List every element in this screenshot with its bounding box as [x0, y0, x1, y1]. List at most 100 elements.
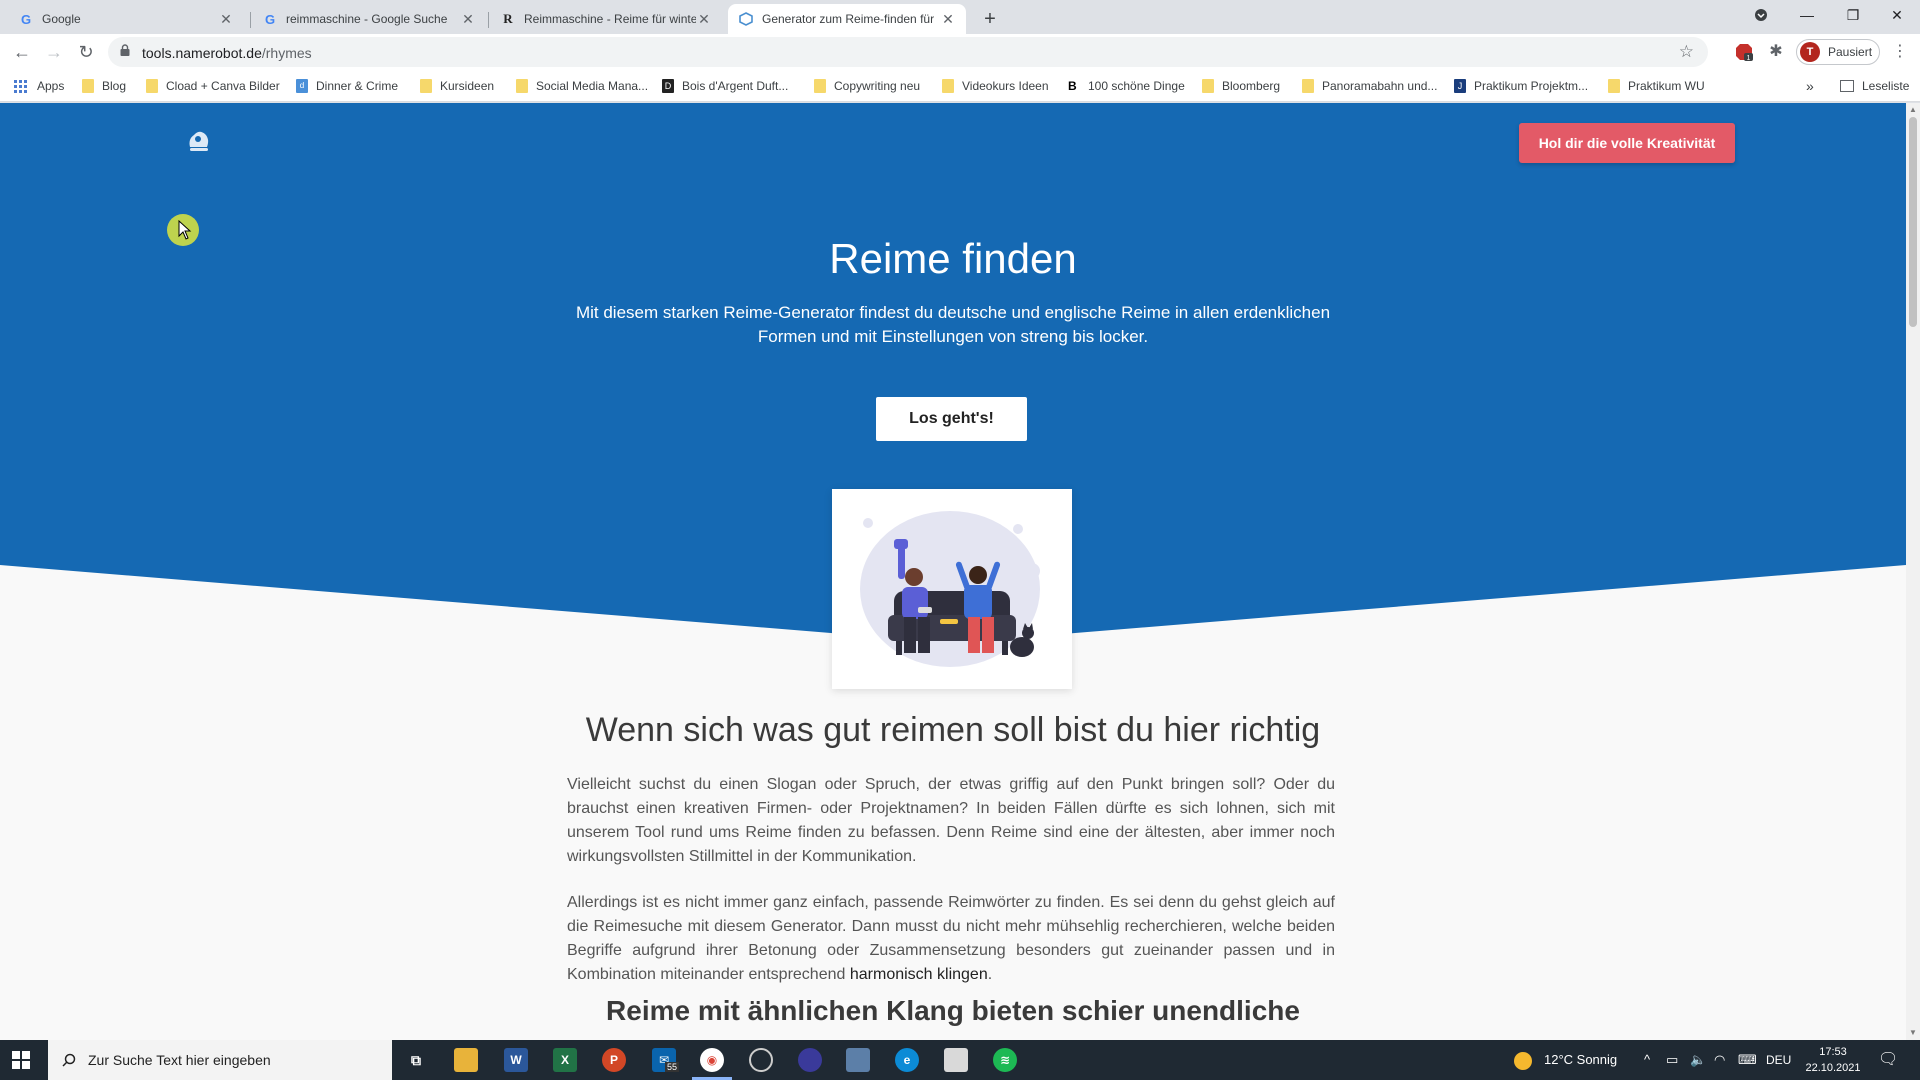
bookmark-praktikum-wu[interactable]: Praktikum WU [1608, 77, 1705, 95]
bookmark-label: Bloomberg [1222, 79, 1281, 93]
get-full-creativity-button[interactable]: Hol dir die volle Kreativität [1519, 123, 1735, 163]
harmonisch-klingen-link[interactable]: harmonisch klingen [850, 966, 988, 983]
subsection-title: Reime mit ähnlichen Klang bieten schier … [606, 995, 1300, 1026]
bookmarks-bar: Apps Blog Cload + Canva Bilder d Dinner &… [0, 70, 1920, 102]
folder-icon [942, 79, 954, 93]
taskbar-search-input[interactable]: Zur Suche Text hier eingeben [48, 1040, 392, 1080]
bookmark-social-media[interactable]: Social Media Mana... [516, 77, 648, 95]
bookmark-label: Cload + Canva Bilder [166, 79, 280, 93]
powerpoint-icon[interactable]: P [602, 1048, 626, 1072]
tab-title: reimmaschine - Google Suche [286, 12, 448, 26]
clock-date: 22.10.2021 [1805, 1062, 1861, 1074]
folder-icon [146, 79, 158, 93]
bookmark-praktikum-projekt[interactable]: J Praktikum Projektm... [1454, 77, 1588, 95]
folder-icon [1202, 79, 1214, 93]
tab-google-search[interactable]: G reimmaschine - Google Suche ✕ [252, 4, 486, 34]
page-scrollbar[interactable]: ▲ ▼ [1906, 103, 1920, 1040]
tray-chevron-icon[interactable]: ^ [1644, 1040, 1650, 1080]
folder-icon [1302, 79, 1314, 93]
word-icon[interactable]: W [504, 1048, 528, 1072]
scroll-down-icon[interactable]: ▼ [1906, 1026, 1920, 1040]
scroll-up-icon[interactable]: ▲ [1906, 103, 1920, 117]
minimize-icon[interactable]: — [1784, 0, 1830, 30]
bookmark-100-dinge[interactable]: B 100 schöne Dinge [1068, 77, 1185, 95]
restore-icon[interactable]: ❐ [1830, 0, 1876, 30]
bookmark-apps[interactable]: Apps [14, 77, 64, 95]
tab-reimmaschine[interactable]: R Reimmaschine - Reime für winter ✕ [490, 4, 722, 34]
folder-icon [516, 79, 528, 93]
file-explorer-icon[interactable] [454, 1048, 478, 1072]
reading-list-icon [1840, 80, 1854, 92]
notification-icon[interactable]: 🗨 [1878, 1040, 1898, 1080]
tab-reime-generator[interactable]: Generator zum Reime-finden für ✕ [728, 4, 966, 34]
bookmarks-overflow-icon[interactable]: » [1806, 77, 1814, 95]
folder-icon [814, 79, 826, 93]
new-tab-button[interactable]: + [976, 5, 1004, 33]
lets-go-button[interactable]: Los geht's! [876, 397, 1027, 441]
bookmark-bois-dargent[interactable]: D Bois d'Argent Duft... [662, 77, 788, 95]
language-indicator[interactable]: DEU [1766, 1040, 1791, 1080]
scrollbar-thumb[interactable] [1909, 117, 1917, 327]
extensions-puzzle-icon[interactable]: ✱ [1766, 42, 1786, 62]
site-icon: d [296, 79, 308, 93]
reading-list[interactable]: Leseliste [1840, 77, 1909, 95]
bookmark-copywriting[interactable]: Copywriting neu [814, 77, 920, 95]
close-tab-icon[interactable]: ✕ [940, 11, 956, 28]
clock[interactable]: 17:53 22.10.2021 [1800, 1044, 1866, 1076]
tab-title: Generator zum Reime-finden für [762, 12, 935, 26]
notepad-icon[interactable] [944, 1048, 968, 1072]
namerobot-favicon-icon [738, 11, 754, 27]
forward-icon[interactable]: → [40, 38, 68, 66]
bookmark-kursideen[interactable]: Kursideen [420, 77, 494, 95]
bookmark-label: Praktikum WU [1628, 79, 1705, 93]
close-tab-icon[interactable]: ✕ [218, 11, 234, 28]
obs-icon[interactable] [749, 1048, 773, 1072]
bookmark-cload-canva[interactable]: Cload + Canva Bilder [146, 77, 280, 95]
bookmark-videokurs[interactable]: Videokurs Ideen [942, 77, 1049, 95]
chrome-icon[interactable]: ◉ [700, 1048, 724, 1072]
tab-separator [250, 12, 251, 28]
excel-icon[interactable]: X [553, 1048, 577, 1072]
bookmark-label: Blog [102, 79, 127, 93]
tray-device-icon[interactable]: ▭ [1666, 1040, 1678, 1080]
windows-start-icon[interactable] [12, 1051, 30, 1069]
namerobot-logo-icon[interactable] [184, 127, 214, 157]
app-icon[interactable] [798, 1048, 822, 1072]
bookmark-blog[interactable]: Blog [82, 77, 126, 95]
snipping-tool-icon[interactable] [846, 1048, 870, 1072]
network-icon[interactable]: ◠ [1714, 1040, 1725, 1080]
bookmark-panoramabahn[interactable]: Panoramabahn und... [1302, 77, 1437, 95]
search-placeholder: Zur Suche Text hier eingeben [88, 1052, 271, 1068]
chrome-menu-icon[interactable]: ⋮ [1890, 38, 1910, 66]
reading-list-label: Leseliste [1862, 79, 1910, 93]
site-icon: D [662, 79, 674, 93]
tab-separator [488, 12, 489, 28]
edge-icon[interactable]: e [895, 1048, 919, 1072]
lock-icon [120, 44, 130, 56]
back-icon[interactable]: ← [8, 38, 36, 66]
weather-sun-icon[interactable] [1514, 1040, 1534, 1080]
bookmark-label: Kursideen [440, 79, 495, 93]
tab-search-icon[interactable] [1738, 0, 1784, 30]
windows-taskbar: Zur Suche Text hier eingeben ⧉ W X P ✉ 5… [0, 1040, 1920, 1080]
paragraph-end: . [987, 966, 993, 983]
spotify-icon[interactable]: ≋ [993, 1048, 1017, 1072]
close-tab-icon[interactable]: ✕ [696, 11, 712, 28]
keyboard-icon[interactable]: ⌨ [1738, 1040, 1757, 1080]
bookmark-star-icon[interactable]: ☆ [1679, 42, 1694, 62]
illustration-card [832, 489, 1072, 689]
bookmark-dinner-crime[interactable]: d Dinner & Crime [296, 77, 398, 95]
apps-grid-icon [14, 79, 27, 93]
bookmark-bloomberg[interactable]: Bloomberg [1202, 77, 1280, 95]
profile-button[interactable]: T Pausiert [1796, 39, 1880, 65]
bookmark-label: Bois d'Argent Duft... [682, 79, 789, 93]
task-view-icon[interactable]: ⧉ [404, 1048, 428, 1072]
extension-adblock-icon[interactable]: 1 [1734, 42, 1754, 62]
tab-google[interactable]: G Google ✕ [8, 4, 244, 34]
close-tab-icon[interactable]: ✕ [460, 11, 476, 28]
weather-text[interactable]: 12°C Sonnig [1544, 1040, 1617, 1080]
volume-icon[interactable]: 🔈 [1690, 1040, 1706, 1080]
reload-icon[interactable]: ↻ [72, 38, 100, 66]
close-window-icon[interactable]: ✕ [1874, 0, 1920, 30]
address-bar[interactable]: tools.namerobot.de/rhymes ☆ [108, 37, 1708, 67]
